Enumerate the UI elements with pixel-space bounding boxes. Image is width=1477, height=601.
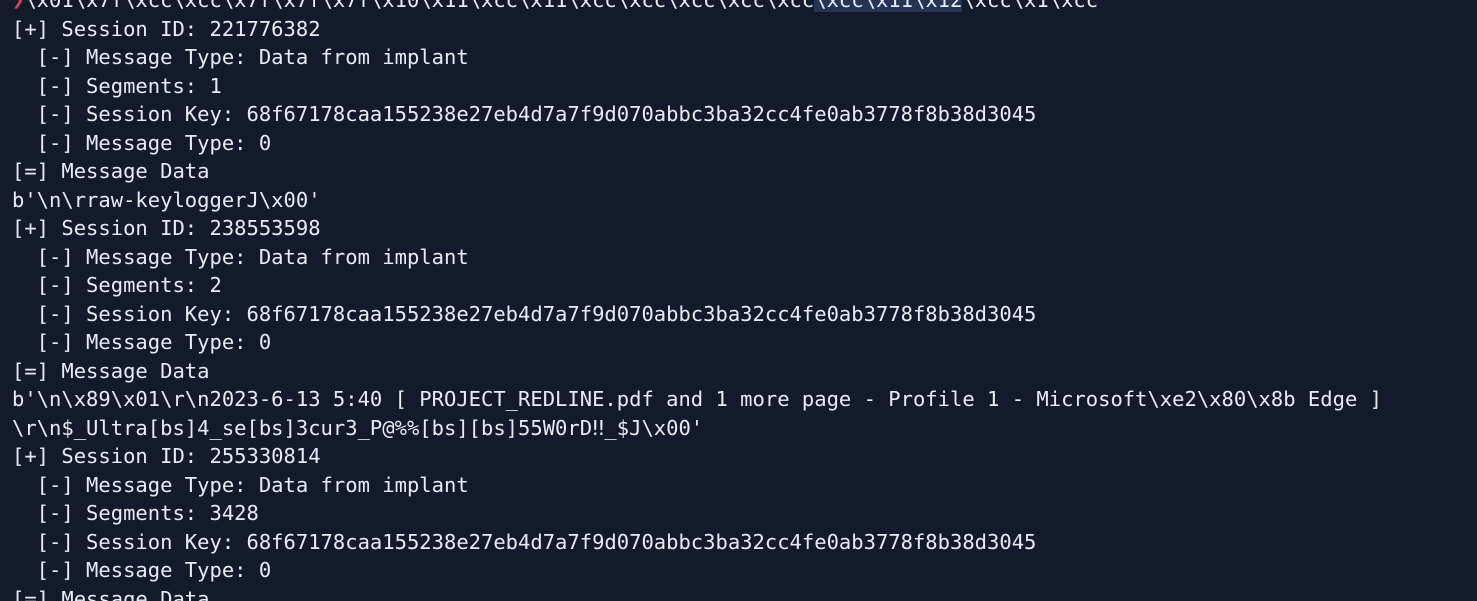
message-data-header: [=] Message Data bbox=[12, 358, 210, 383]
message-type-line: [-] Message Type: Data from implant bbox=[12, 472, 469, 497]
message-data-header: [=] Message Data bbox=[12, 159, 210, 183]
selected-text: \xcc\x11\x12 bbox=[814, 0, 963, 12]
session-id-line: [+] Session ID: 238553598 bbox=[12, 216, 321, 240]
previous-command-text: \x01\x7f\xcc\xcc\x7f\x7f\x7f\x10\x11\xcc… bbox=[24, 0, 815, 12]
message-data-line: \r\n$_Ultra[bs]4_se[bs]3cur3_P@%%[bs][bs… bbox=[12, 415, 704, 440]
previous-command-line: ❯\x01\x7f\xcc\xcc\x7f\x7f\x7f\x10\x11\xc… bbox=[12, 0, 1382, 15]
previous-command-tail: \xcc\x1\xcc bbox=[962, 0, 1099, 12]
message-type-line: [-] Message Type: Data from implant bbox=[12, 45, 469, 69]
segments-line: [-] Segments: 2 bbox=[12, 273, 222, 297]
terminal-window[interactable]: ❯\x01\x7f\xcc\xcc\x7f\x7f\x7f\x10\x11\xc… bbox=[0, 0, 1477, 601]
session-key-line: [-] Session Key: 68f67178caa155238e27eb4… bbox=[12, 529, 1037, 554]
message-data-header: [=] Message Data bbox=[12, 586, 210, 601]
segments-line: [-] Segments: 3428 bbox=[12, 501, 259, 525]
message-data-line: b'\n\rraw-keyloggerJ\x00' bbox=[12, 187, 321, 212]
terminal-output: ❯\x01\x7f\xcc\xcc\x7f\x7f\x7f\x10\x11\xc… bbox=[12, 0, 1382, 601]
session-key-line: [-] Session Key: 68f67178caa155238e27eb4… bbox=[12, 102, 1037, 126]
message-type-line: [-] Message Type: 0 bbox=[12, 330, 272, 354]
message-data-line: b'\n\x89\x01\r\n2023-6-13 5:40 [ PROJECT… bbox=[12, 387, 1382, 411]
message-type-line: [-] Message Type: 0 bbox=[12, 558, 272, 582]
session-key-line: [-] Session Key: 68f67178caa155238e27eb4… bbox=[12, 301, 1037, 326]
message-type-line: [-] Message Type: Data from implant bbox=[12, 244, 469, 269]
session-id-line: [+] Session ID: 255330814 bbox=[12, 444, 321, 468]
session-id-line: [+] Session ID: 221776382 bbox=[12, 16, 321, 41]
message-type-line: [-] Message Type: 0 bbox=[12, 130, 272, 155]
segments-line: [-] Segments: 1 bbox=[12, 73, 222, 98]
prompt-arrow-icon: ❯ bbox=[12, 0, 25, 12]
